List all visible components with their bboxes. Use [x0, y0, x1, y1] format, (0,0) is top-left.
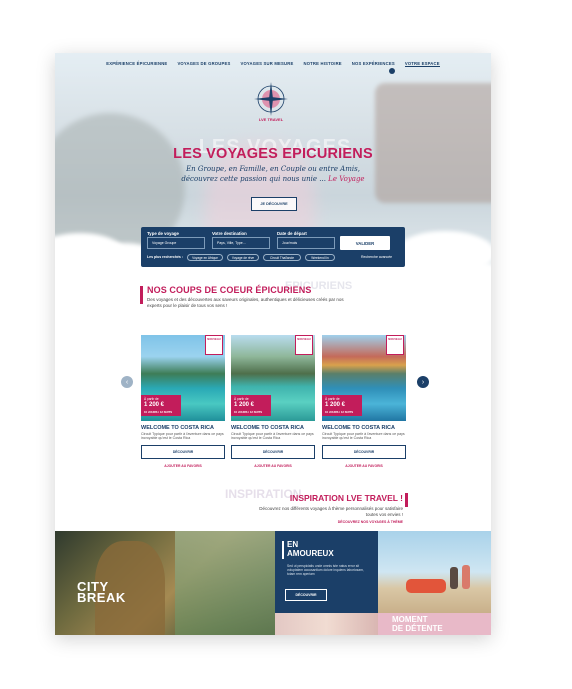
hero-title: LES VOYAGES EPICURIENS: [173, 146, 373, 162]
tag-afrique[interactable]: Voyage en Afrique: [187, 254, 223, 261]
trip-title[interactable]: WELCOME TO COSTA RICA: [141, 425, 225, 431]
type-label: Type de voyage: [147, 231, 179, 236]
nav-item-experience[interactable]: EXPÉRIENCE ÉPICURIENNE: [106, 61, 167, 67]
carousel-next-button[interactable]: ›: [417, 376, 429, 388]
price: 1 200 €: [144, 402, 165, 408]
nav-item-experiences[interactable]: NOS EXPÉRIENCES: [352, 61, 395, 67]
discover-trip-button[interactable]: DÉCOUVRIR: [231, 444, 315, 459]
amoureux-title-line1: EN: [287, 540, 299, 549]
trip-card[interactable]: NOUVEAU À partir de 1 200 € 10 JOURS / 1…: [231, 335, 315, 468]
duration: 10 JOURS / 12 NUITS: [234, 410, 263, 414]
themes-link[interactable]: DÉCOUVREZ NOS VOYAGES À THÈME: [285, 520, 403, 524]
trip-image[interactable]: NOUVEAU À partir de 1 200 € 10 JOURS / 1…: [231, 335, 315, 421]
add-favorite-link[interactable]: AJOUTER AU FAVORIS: [231, 464, 315, 468]
add-favorite-link[interactable]: AJOUTER AU FAVORIS: [141, 464, 225, 468]
trip-title[interactable]: WELCOME TO COSTA RICA: [231, 425, 315, 431]
trip-description: Circuit Typique pour partir à l'aventure…: [322, 432, 405, 441]
nav-item-sur-mesure[interactable]: VOYAGES SUR MESURE: [240, 61, 293, 67]
destination-input[interactable]: Pays, Ville, Type...: [212, 237, 270, 249]
city-break-title: CITY BREAK: [77, 579, 126, 605]
trip-description: Circuit Typique pour partir à l'aventure…: [141, 432, 224, 441]
tag-thailande[interactable]: Circuit Thaïlande: [263, 254, 301, 261]
add-favorite-link[interactable]: AJOUTER AU FAVORIS: [322, 464, 406, 468]
detente-title: MOMENT DE DÉTENTE: [392, 615, 443, 633]
validate-button[interactable]: VALIDER: [340, 236, 390, 250]
trip-image[interactable]: NOUVEAU À partir de 1 200 € 10 JOURS / 1…: [322, 335, 406, 421]
discover-trip-button[interactable]: DÉCOUVRIR: [322, 444, 406, 459]
price: 1 200 €: [234, 402, 255, 408]
price-box: À partir de 1 200 € 10 JOURS / 12 NUITS: [141, 395, 181, 416]
page: EXPÉRIENCE ÉPICURIENNE VOYAGES DE GROUPE…: [55, 53, 491, 635]
inspiration-accent-bar: [405, 493, 408, 507]
logo-text: LVE TRAVEL: [258, 117, 284, 122]
section-title: NOS COUPS DE COEUR ÉPICURIENS: [147, 285, 312, 295]
date-input[interactable]: Jour/mois: [277, 237, 335, 249]
inspiration-title: INSPIRATION LVE TRAVEL !: [289, 493, 403, 503]
price-box: À partir de 1 200 € 10 JOURS / 12 NUITS: [322, 395, 362, 416]
beach-tile[interactable]: [275, 613, 378, 635]
nav-item-votre-espace[interactable]: VOTRE ESPACE: [404, 61, 440, 67]
car-image: [406, 579, 446, 593]
price-from: À partir de: [144, 397, 159, 401]
amoureux-description: Sed ut perspiciatis unde omnis iste natu…: [287, 564, 364, 577]
carousel-prev-button[interactable]: ‹: [121, 376, 133, 388]
tag-reve[interactable]: Voyage de rêve: [227, 254, 259, 261]
nav-item-histoire[interactable]: NOTRE HISTOIRE: [303, 61, 341, 67]
section-accent-bar: [140, 286, 143, 304]
user-dot-icon[interactable]: [389, 68, 395, 74]
duration: 10 JOURS / 12 NUITS: [144, 410, 173, 414]
new-ribbon: NOUVEAU: [295, 335, 313, 355]
section-description: Des voyages et des découvertes aux saveu…: [147, 297, 344, 308]
trip-title[interactable]: WELCOME TO COSTA RICA: [322, 425, 406, 431]
amoureux-discover-button[interactable]: DÉCOUVRIR: [285, 589, 327, 601]
main-nav: EXPÉRIENCE ÉPICURIENNE VOYAGES DE GROUPE…: [55, 61, 491, 67]
hero-subtitle-highlight: Le Voyage: [328, 174, 365, 183]
discover-button[interactable]: JE DÉCOUVRE: [251, 197, 297, 211]
search-panel: Type de voyage Voyage Groupe Votre desti…: [141, 227, 405, 267]
trip-description: Circuit Typique pour partir à l'aventure…: [231, 432, 314, 441]
trip-card[interactable]: NOUVEAU À partir de 1 200 € 10 JOURS / 1…: [141, 335, 225, 468]
inspiration-description: Découvrez nos différents voyages à thème…: [259, 506, 403, 517]
new-ribbon: NOUVEAU: [205, 335, 223, 355]
detente-title-line2: DE DÉTENTE: [392, 624, 443, 633]
date-label: Date de départ: [277, 231, 307, 236]
tag-weekend[interactable]: Weekend lin: [305, 254, 335, 261]
hero-subtitle: En Groupe, en Famille, en Couple ou entr…: [155, 165, 391, 184]
popular-label: Les plus recherchés :: [147, 255, 183, 259]
price-from: À partir de: [234, 397, 249, 401]
couple-car-tile[interactable]: [378, 531, 491, 613]
compass-logo-icon[interactable]: [251, 79, 291, 119]
trip-card[interactable]: NOUVEAU À partir de 1 200 € 10 JOURS / 1…: [322, 335, 406, 468]
hero-subtitle-line2: découvrez cette passion qui nous unie ..…: [181, 174, 326, 183]
detente-title-line1: MOMENT: [392, 615, 428, 624]
price-box: À partir de 1 200 € 10 JOURS / 12 NUITS: [231, 395, 271, 416]
hero-subtitle-line1: En Groupe, en Famille, en Couple ou entr…: [186, 165, 360, 173]
amoureux-title: EN AMOUREUX: [287, 540, 334, 558]
price-from: À partir de: [325, 397, 340, 401]
chevron-right-icon: ›: [421, 378, 425, 386]
duration: 10 JOURS / 12 NUITS: [325, 410, 354, 414]
price: 1 200 €: [325, 402, 346, 408]
chevron-left-icon: ‹: [125, 378, 129, 386]
trip-image[interactable]: NOUVEAU À partir de 1 200 € 10 JOURS / 1…: [141, 335, 225, 421]
advanced-search-link[interactable]: Recherche avancée: [361, 255, 392, 259]
new-ribbon: NOUVEAU: [386, 335, 404, 355]
destination-label: Votre destination: [212, 231, 247, 236]
discover-trip-button[interactable]: DÉCOUVRIR: [141, 444, 225, 459]
type-select[interactable]: Voyage Groupe: [147, 237, 205, 249]
amoureux-title-line2: AMOUREUX: [287, 549, 334, 558]
nav-item-groupes[interactable]: VOYAGES DE GROUPES: [177, 61, 230, 67]
